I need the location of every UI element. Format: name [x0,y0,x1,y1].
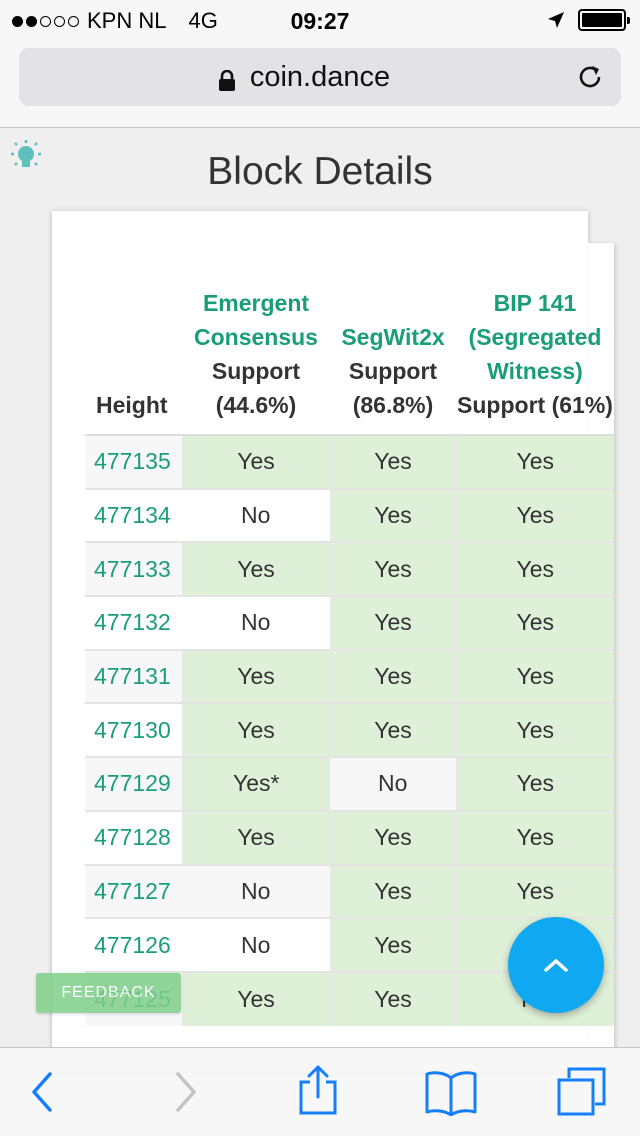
emergent-consensus-cell: Yes [181,541,330,597]
emergent-consensus-cell: No [182,863,330,919]
block-height-link[interactable]: 477133 [85,541,182,597]
url-text: coin.dance [249,61,391,93]
bip141-cell: Yes [455,434,614,489]
share-icon[interactable] [296,1064,340,1116]
segwit2x-cell: Yes [329,917,456,972]
header-emergent-consensus: Emergent Consensus Support (44.6%) [182,245,330,436]
table-row: 477128 Yes Yes Yes [85,809,614,865]
block-table: Height Emergent Consensus Support (44.6%… [85,245,614,1026]
table-row: 477135 Yes Yes Yes [85,434,614,489]
table-row: 477133 Yes Yes Yes [85,541,614,597]
segwit2x-cell: Yes [329,541,456,597]
segwit2x-cell: Yes [329,863,456,919]
bip141-cell: Yes [455,487,614,543]
block-height-link[interactable]: 477126 [85,917,182,972]
table-row: 477131 Yes Yes Yes [85,648,614,704]
address-bar[interactable]: coin.dance [19,48,621,106]
status-right [546,9,630,31]
emergent-consensus-cell: Yes [181,648,330,704]
bip141-link[interactable]: BIP 141 (Segregated Witness) [456,286,614,388]
emergent-consensus-cell: No [182,595,330,650]
block-height-link[interactable]: 477128 [85,809,182,865]
emergent-consensus-support: Support (44.6%) [211,358,301,418]
header-height[interactable]: Height [85,245,182,436]
segwit2x-cell: No [330,756,456,811]
table-row: 477132 No Yes Yes [85,595,614,650]
segwit2x-cell: Yes [329,702,456,758]
emergent-consensus-link[interactable]: Emergent Consensus [182,286,330,354]
block-height-link[interactable]: 477127 [85,863,182,919]
bip141-cell: Yes [455,863,614,919]
emergent-consensus-cell: Yes [181,702,330,758]
segwit2x-support: Support (86.8%) [348,358,438,418]
feedback-button[interactable]: FEEDBACK [36,973,181,1013]
block-height-link[interactable]: 477129 [85,756,182,811]
block-height-link[interactable]: 477131 [85,648,182,704]
book-icon[interactable] [424,1068,478,1116]
bip141-cell: Yes [455,541,614,597]
emergent-consensus-cell: No [182,917,330,972]
table-row: 477129 Yes* No Yes [85,756,614,811]
segwit2x-cell: Yes [329,648,456,704]
table-row: 477134 No Yes Yes [85,487,614,543]
page-title: Block Details [207,150,433,193]
table-row: 477130 Yes Yes Yes [85,702,614,758]
emergent-consensus-cell: Yes [181,970,330,1026]
chevron-up-icon [544,959,568,972]
segwit2x-cell: Yes [329,487,456,543]
header-bip141: BIP 141 (Segregated Witness) Support (61… [456,245,614,436]
browser-toolbar [0,1047,640,1136]
browser-chrome: coin.dance [0,40,640,128]
emergent-consensus-cell: Yes* [181,756,330,811]
location-arrow-icon [548,12,564,28]
bip141-cell: Yes [455,702,614,758]
emergent-consensus-cell: Yes [181,434,330,489]
back-chevron-icon[interactable] [28,1070,58,1114]
block-height-link[interactable]: 477130 [85,702,182,758]
bip141-cell: Yes [455,809,614,865]
segwit2x-cell: Yes [329,970,456,1026]
segwit2x-cell: Yes [329,595,456,650]
forward-chevron-icon[interactable] [170,1070,200,1114]
block-height-link[interactable]: 477134 [85,487,182,543]
table-row: 477127 No Yes Yes [85,863,614,919]
segwit2x-link[interactable]: SegWit2x [330,320,456,354]
bip141-support: Support (61%) [457,392,613,418]
battery-icon [578,9,630,31]
scroll-to-top-button[interactable] [508,917,604,1013]
bip141-cell: Yes [455,756,614,811]
emergent-consensus-cell: Yes [181,809,330,865]
segwit2x-cell: Yes [329,809,456,865]
status-bar: KPN NL 4G 09:27 [0,0,640,40]
block-height-link[interactable]: 477132 [85,595,182,650]
emergent-consensus-cell: No [182,487,330,543]
table-header-row: Height Emergent Consensus Support (44.6%… [85,245,614,436]
bip141-cell: Yes [455,648,614,704]
reload-icon[interactable] [575,62,605,92]
bip141-cell: Yes [455,595,614,650]
segwit2x-cell: Yes [329,434,456,489]
header-segwit2x: SegWit2x Support (86.8%) [330,245,456,436]
block-height-link[interactable]: 477135 [85,434,182,489]
status-time: 09:27 [290,8,350,34]
tabs-icon[interactable] [556,1066,608,1118]
